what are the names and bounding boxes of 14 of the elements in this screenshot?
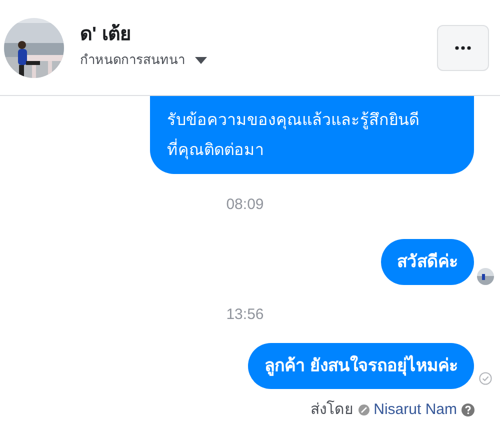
more-icon bbox=[455, 46, 471, 50]
message-bubble: รับข้อความของคุณแล้วและรู้สึกยินดีที่คุณติดต่อมา bbox=[150, 96, 474, 174]
verified-icon bbox=[358, 404, 370, 416]
sent-by-label: ส่งโดย bbox=[310, 399, 354, 420]
more-button[interactable] bbox=[437, 24, 489, 70]
conversation-settings-dropdown[interactable]: กำหนดการสนทนา bbox=[80, 50, 207, 70]
help-icon bbox=[461, 403, 475, 418]
caret-icon bbox=[195, 56, 207, 64]
timestamp: 08:09 bbox=[226, 194, 264, 215]
sender-link[interactable]: Nisarut Nam bbox=[374, 399, 457, 422]
timestamp: 13:56 bbox=[226, 304, 264, 325]
contact-name: ด' เต้ย bbox=[80, 25, 131, 44]
message-bubble: ลูกค้า ยังสนใจรถอยุ่ไหมค่ะ bbox=[248, 343, 474, 389]
message-bubble: สวัสดีค่ะ bbox=[381, 239, 474, 285]
